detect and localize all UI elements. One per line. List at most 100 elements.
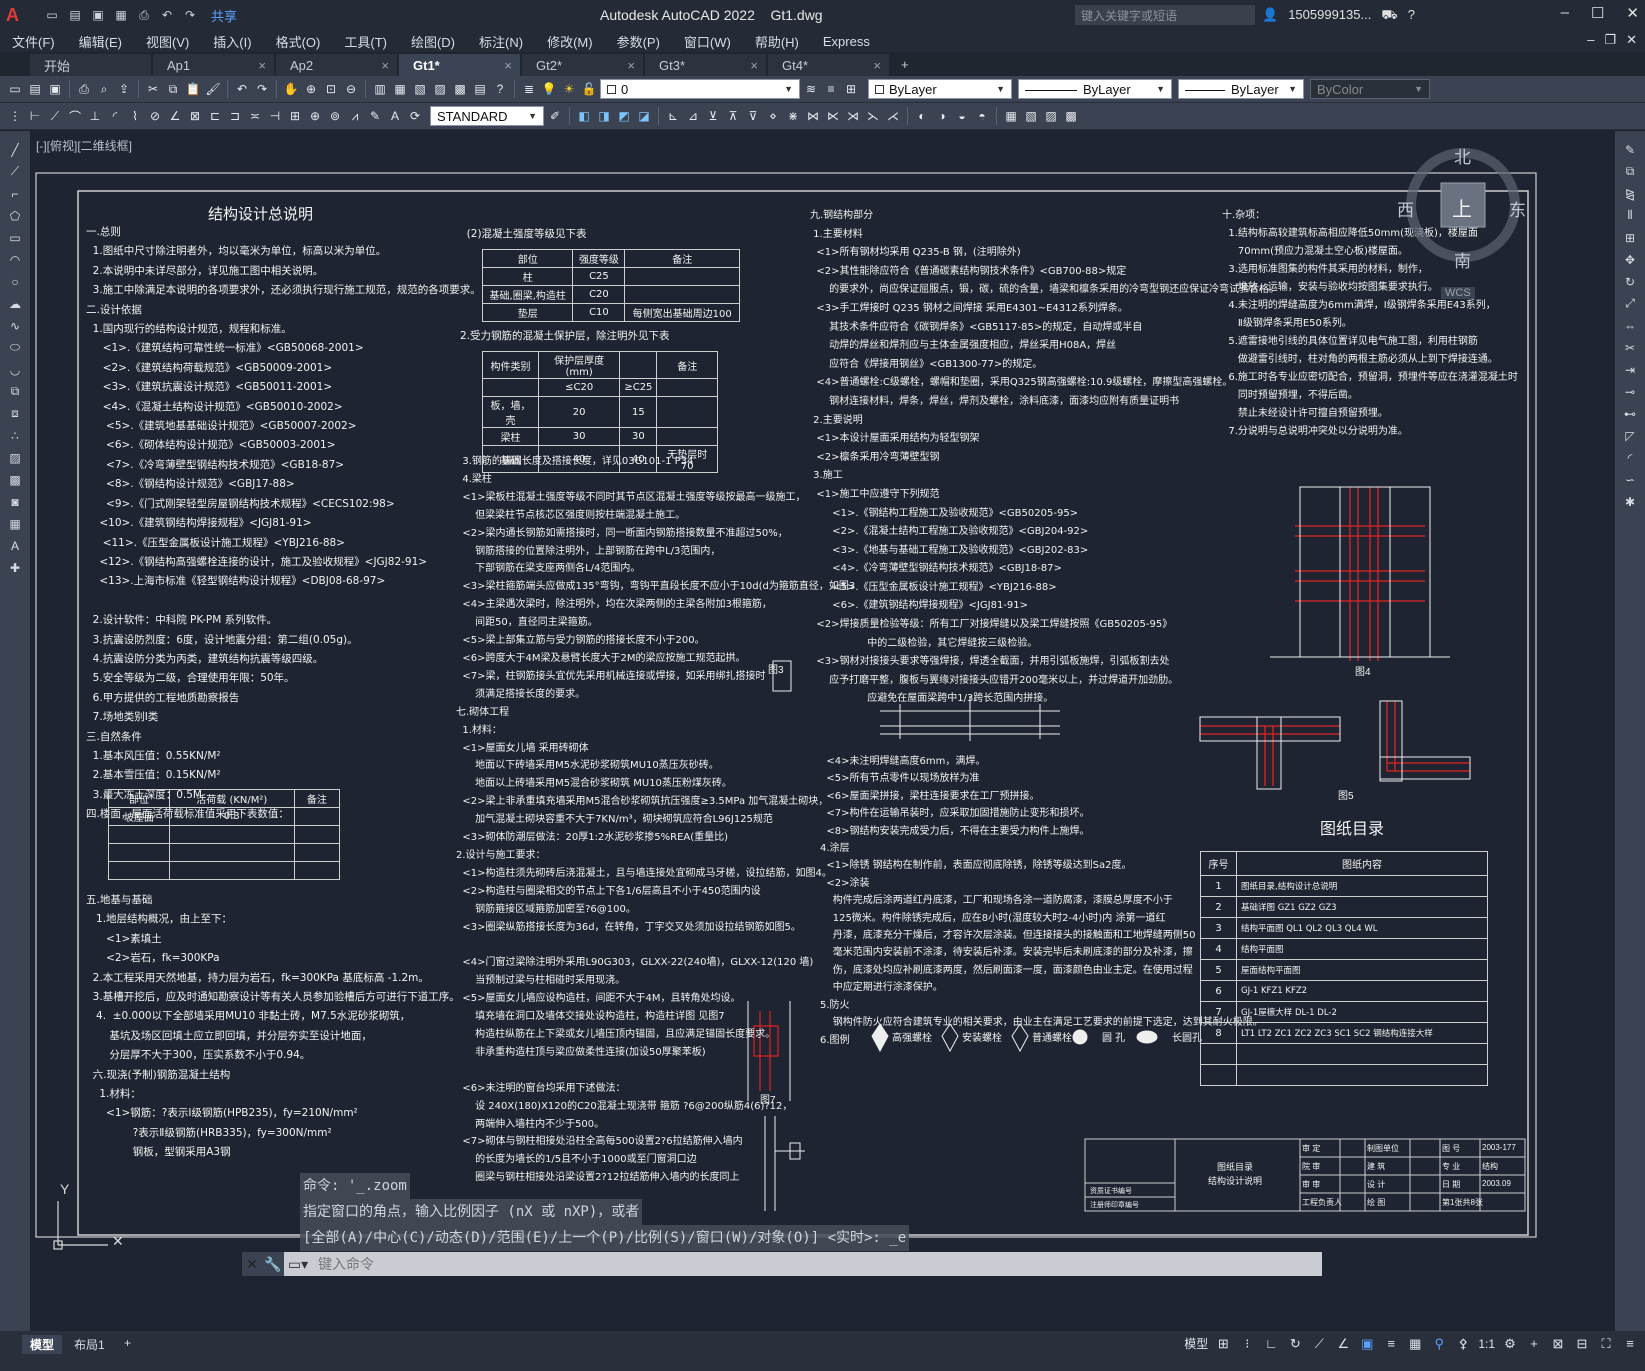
- array-icon[interactable]: ⊞: [1621, 229, 1639, 246]
- annotation-visibility-icon[interactable]: ⚲: [1430, 1336, 1448, 1352]
- calculator-icon[interactable]: ▤: [471, 80, 489, 98]
- tab-Ap2[interactable]: Ap2 ×: [276, 54, 397, 76]
- object-snap-tracking-icon[interactable]: ∠: [1334, 1336, 1352, 1352]
- block-icon[interactable]: ▨: [1042, 107, 1060, 125]
- account-name[interactable]: 1505999135...: [1288, 7, 1371, 25]
- paste-icon[interactable]: 📋: [184, 80, 202, 98]
- zoom-window-icon[interactable]: ⊡: [322, 80, 340, 98]
- account-area[interactable]: 👤 1505999135... ⛟?: [1262, 7, 1415, 25]
- tab-close-icon[interactable]: ×: [381, 58, 389, 73]
- cart-icon[interactable]: ⛟: [1381, 7, 1397, 25]
- layer-select[interactable]: 0 ▼: [600, 79, 800, 99]
- markup-icon[interactable]: ▩: [451, 80, 469, 98]
- dim-edit-icon[interactable]: ✎: [366, 107, 384, 125]
- text-icon[interactable]: A: [6, 537, 24, 554]
- lock-icon[interactable]: 🔓: [580, 80, 598, 98]
- table-icon[interactable]: ▦: [1002, 107, 1020, 125]
- tool-palettes-icon[interactable]: ▧: [411, 80, 429, 98]
- ucs-previous-icon[interactable]: ⊻: [704, 107, 722, 125]
- viewcube[interactable]: 北 南 西 东 上 WCS: [1397, 143, 1526, 299]
- tab-close-icon[interactable]: ×: [258, 58, 266, 73]
- command-close-icon[interactable]: ✕: [242, 1252, 262, 1276]
- construction-line-icon[interactable]: ⟋: [6, 163, 24, 180]
- view-right-icon[interactable]: ◪: [635, 107, 653, 125]
- open-icon[interactable]: ▤: [26, 80, 44, 98]
- bulb-icon[interactable]: 💡: [540, 80, 558, 98]
- tab-Gt2[interactable]: Gt2* ×: [522, 54, 643, 76]
- ucs-view-icon[interactable]: ⋄: [764, 107, 782, 125]
- render-icon[interactable]: ◑: [933, 107, 951, 125]
- layer-state-icon[interactable]: ⊞: [842, 80, 860, 98]
- trim-icon[interactable]: ✂: [1621, 339, 1639, 356]
- tab-Ap1[interactable]: Ap1 ×: [153, 54, 274, 76]
- tab-close-icon[interactable]: ×: [873, 58, 881, 73]
- annotation-scale-icon[interactable]: ⚴: [1454, 1336, 1472, 1352]
- zoom-realtime-icon[interactable]: ⊕: [302, 80, 320, 98]
- help-icon[interactable]: ?: [491, 80, 509, 98]
- view-front-icon[interactable]: ◧: [575, 107, 593, 125]
- dimstyle-icon[interactable]: ✐: [546, 107, 564, 125]
- properties-icon[interactable]: ▥: [371, 80, 389, 98]
- tab-close-icon[interactable]: ×: [750, 58, 758, 73]
- linetype-select[interactable]: ByLayer ▼: [1018, 79, 1172, 99]
- make-current-icon[interactable]: ≋: [802, 80, 820, 98]
- break-icon[interactable]: ⊸: [1621, 383, 1639, 400]
- angular-icon[interactable]: ∠: [166, 107, 184, 125]
- inspect-icon[interactable]: ⊚: [326, 107, 344, 125]
- ucs-world-icon[interactable]: ⊿: [684, 107, 702, 125]
- continue-icon[interactable]: ⊐: [226, 107, 244, 125]
- line-icon[interactable]: ╱: [6, 141, 24, 158]
- region-icon[interactable]: ◙: [6, 493, 24, 510]
- menu-item[interactable]: 插入(I): [201, 32, 263, 51]
- viewcube-west[interactable]: 西: [1397, 196, 1414, 221]
- blend-icon[interactable]: ∽: [1621, 471, 1639, 488]
- tab-close-icon[interactable]: ×: [627, 58, 635, 73]
- undo-icon[interactable]: ↶: [157, 5, 177, 25]
- menu-item[interactable]: 修改(M): [535, 32, 605, 51]
- xref-icon[interactable]: ▩: [1062, 107, 1080, 125]
- baseline-icon[interactable]: ⊏: [206, 107, 224, 125]
- command-customize-icon[interactable]: 🔧: [262, 1252, 284, 1276]
- chamfer-icon[interactable]: ◸: [1621, 427, 1639, 444]
- annotation-scale-value[interactable]: 1:1: [1478, 1337, 1495, 1351]
- plot-icon[interactable]: ⎙: [75, 80, 93, 98]
- viewcube-east[interactable]: 东: [1509, 196, 1526, 221]
- insert-block-icon[interactable]: ⧉: [6, 383, 24, 400]
- doc-restore-icon[interactable]: ❐: [1604, 32, 1616, 48]
- jogged-icon[interactable]: ⌇: [126, 107, 144, 125]
- ucs-y-icon[interactable]: ⋋: [864, 107, 882, 125]
- ucs-icon[interactable]: ⊾: [664, 107, 682, 125]
- material-icon[interactable]: ◒: [953, 107, 971, 125]
- ordinate-icon[interactable]: ⊥: [86, 107, 104, 125]
- lineweight-select[interactable]: ByLayer ▼: [1178, 79, 1304, 99]
- save-icon[interactable]: ▣: [46, 80, 64, 98]
- menu-item[interactable]: 视图(V): [134, 32, 201, 51]
- viewcube-north[interactable]: 北: [1454, 143, 1471, 168]
- add-layout-icon[interactable]: +: [116, 1335, 139, 1351]
- menu-item[interactable]: 参数(P): [605, 32, 672, 51]
- object-snap-icon[interactable]: ▣: [1358, 1336, 1376, 1352]
- ellipse-icon[interactable]: ⬭: [6, 339, 24, 356]
- open-icon[interactable]: ▤: [65, 5, 85, 25]
- polygon-icon[interactable]: ⬠: [6, 207, 24, 224]
- ucs-face-icon[interactable]: ⊼: [724, 107, 742, 125]
- offset-icon[interactable]: ⫴: [1621, 207, 1639, 224]
- snap-icon[interactable]: ⁝: [1238, 1336, 1256, 1352]
- arc-icon[interactable]: ◠: [6, 251, 24, 268]
- hatch-icon[interactable]: ▨: [6, 449, 24, 466]
- tab-Gt3[interactable]: Gt3* ×: [645, 54, 766, 76]
- fillet-icon[interactable]: ◜: [1621, 449, 1639, 466]
- gradient-icon[interactable]: ▩: [6, 471, 24, 488]
- dimstyle-select[interactable]: STANDARD ▼: [430, 106, 544, 126]
- radius-icon[interactable]: ◜: [106, 107, 124, 125]
- save-as-icon[interactable]: ▦: [111, 5, 131, 25]
- make-block-icon[interactable]: ⧈: [6, 405, 24, 422]
- viewcube-top[interactable]: 上: [1452, 193, 1472, 222]
- quick-properties-icon[interactable]: ⊟: [1573, 1336, 1591, 1352]
- ellipse-arc-icon[interactable]: ◡: [6, 361, 24, 378]
- menu-item[interactable]: 格式(O): [264, 32, 333, 51]
- menu-item[interactable]: 标注(N): [467, 32, 535, 51]
- linear-dim-icon[interactable]: ⊢: [26, 107, 44, 125]
- polyline-icon[interactable]: ⌐: [6, 185, 24, 202]
- workspace-gear-icon[interactable]: ⚙: [1501, 1336, 1519, 1352]
